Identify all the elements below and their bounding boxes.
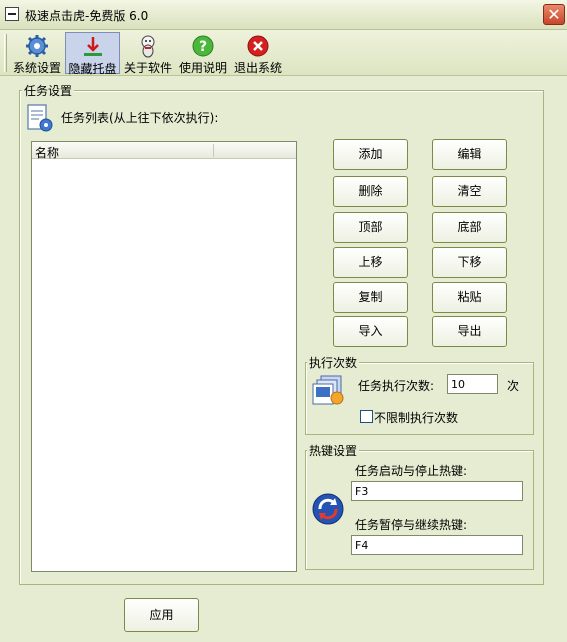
mascot-icon xyxy=(141,35,155,58)
toolbar-exit-button[interactable]: 退出系统 xyxy=(231,32,285,75)
task-list-header: 名称 xyxy=(32,142,296,161)
toolbar-label: 系统设置 xyxy=(12,61,61,75)
import-button[interactable]: 导入 xyxy=(333,316,408,347)
paste-button[interactable]: 粘贴 xyxy=(432,282,507,313)
computer-counter-icon xyxy=(312,375,344,405)
copy-button[interactable]: 复制 xyxy=(333,282,408,313)
task-list[interactable]: 名称 xyxy=(31,141,297,572)
exec-count-unit: 次 xyxy=(507,379,520,393)
toolbar: 系统设置 隐藏托盘 关于软件 ? 使用说明 退出系统 xyxy=(0,30,567,76)
pause-resume-hotkey-input[interactable] xyxy=(351,535,523,555)
edit-button[interactable]: 编辑 xyxy=(432,139,507,170)
title-bar: 极速点击虎-免费版 6.0 ✕ xyxy=(0,0,567,30)
hotkey-settings-group-title: 热键设置 xyxy=(307,442,360,459)
apply-button[interactable]: 应用 xyxy=(124,598,199,632)
column-header-name[interactable]: 名称 xyxy=(35,144,59,161)
add-button[interactable]: 添加 xyxy=(333,139,408,170)
close-button[interactable]: ✕ xyxy=(543,4,565,25)
toolbar-label: 退出系统 xyxy=(233,61,282,75)
window-title: 极速点击虎-免费版 6.0 xyxy=(25,9,149,23)
toolbar-label: 关于软件 xyxy=(123,61,172,75)
exec-count-label: 任务执行次数: xyxy=(358,379,435,393)
exec-count-input[interactable] xyxy=(447,374,498,394)
top-button[interactable]: 顶部 xyxy=(333,212,408,243)
toolbar-hide-tray-button[interactable]: 隐藏托盘 xyxy=(65,32,120,76)
delete-button[interactable]: 删除 xyxy=(333,176,408,207)
refresh-hotkey-icon xyxy=(312,493,344,525)
toolbar-label: 使用说明 xyxy=(178,61,227,75)
download-tray-icon xyxy=(83,37,102,56)
move-up-button[interactable]: 上移 xyxy=(333,247,408,278)
system-menu-icon[interactable] xyxy=(5,7,19,21)
task-list-title: 任务列表(从上往下依次执行): xyxy=(61,111,219,125)
export-button[interactable]: 导出 xyxy=(432,316,507,347)
bottom-button[interactable]: 底部 xyxy=(432,212,507,243)
pause-resume-hotkey-label: 任务暂停与继续热键: xyxy=(355,518,468,532)
unlimited-exec-label[interactable]: 不限制执行次数 xyxy=(374,409,458,426)
move-down-button[interactable]: 下移 xyxy=(432,247,507,278)
toolbar-about-button[interactable]: 关于软件 xyxy=(121,32,175,75)
help-icon: ? xyxy=(192,35,214,57)
exec-count-group-title: 执行次数 xyxy=(307,354,360,371)
toolbar-label: 隐藏托盘 xyxy=(68,62,117,76)
svg-text:?: ? xyxy=(199,39,207,55)
exit-icon xyxy=(247,35,269,57)
toolbar-grip xyxy=(4,34,7,72)
task-list-icon xyxy=(27,104,53,132)
gear-icon xyxy=(26,35,48,57)
toolbar-system-settings-button[interactable]: 系统设置 xyxy=(10,32,64,75)
clear-button[interactable]: 清空 xyxy=(432,176,507,207)
column-separator[interactable] xyxy=(213,144,214,157)
unlimited-exec-checkbox[interactable] xyxy=(360,410,373,423)
start-stop-hotkey-input[interactable] xyxy=(351,481,523,501)
toolbar-help-button[interactable]: ? 使用说明 xyxy=(176,32,230,75)
task-settings-group-title: 任务设置 xyxy=(22,82,75,99)
start-stop-hotkey-label: 任务启动与停止热键: xyxy=(355,464,468,478)
